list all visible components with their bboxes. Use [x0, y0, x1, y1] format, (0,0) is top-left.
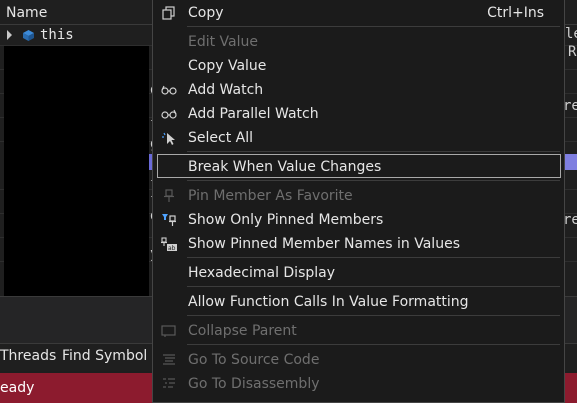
value-fragment: R [568, 44, 577, 60]
menu-separator [187, 151, 560, 152]
menu-separator [187, 257, 560, 258]
menu-item-hexadecimal-display[interactable]: Hexadecimal Display [153, 261, 564, 285]
expand-arrow-icon[interactable] [7, 30, 12, 40]
variable-name: this [40, 27, 74, 43]
name-column-label: Name [6, 5, 48, 21]
menu-item-label: Show Only Pinned Members [188, 212, 384, 228]
menu-item-add-parallel-watch[interactable]: Add Parallel Watch [153, 102, 564, 126]
menu-item-label: Copy [188, 5, 224, 21]
menu-item-go-to-source-code[interactable]: Go To Source Code [153, 348, 564, 372]
menu-item-show-only-pinned-members[interactable]: Show Only Pinned Members [153, 208, 564, 232]
menu-item-copy[interactable]: Copy Ctrl+Ins [153, 1, 564, 25]
menu-separator [187, 344, 560, 345]
menu-item-label: Copy Value [188, 58, 267, 74]
value-fragment: le [565, 26, 577, 42]
menu-item-label: Go To Disassembly [188, 376, 320, 392]
copy-icon [162, 6, 175, 20]
menu-item-add-watch[interactable]: Add Watch [153, 78, 564, 102]
menu-item-label: Pin Member As Favorite [188, 188, 353, 204]
pin-icon [164, 189, 174, 202]
object-icon [23, 30, 34, 41]
menu-separator [187, 26, 560, 27]
menu-item-break-when-value-changes[interactable]: Break When Value Changes [153, 155, 564, 179]
menu-item-label: Hexadecimal Display [188, 265, 336, 281]
redacted-region [4, 46, 149, 296]
pinned-filter-icon [162, 214, 176, 226]
menu-item-collapse-parent[interactable]: Collapse Parent [153, 319, 564, 343]
menu-item-go-to-disassembly[interactable]: Go To Disassembly [153, 372, 564, 396]
select-all-icon [162, 132, 175, 145]
menu-item-label: Add Watch [188, 82, 264, 98]
menu-item-edit-value[interactable]: Edit Value [153, 30, 564, 54]
menu-item-shortcut: Ctrl+Ins [487, 5, 544, 21]
menu-item-show-pinned-member-names[interactable]: ab Show Pinned Member Names in Values [153, 232, 564, 256]
tab-threads[interactable]: Threads [0, 348, 56, 364]
context-menu: Copy Ctrl+Ins Edit Value Copy Value Add … [152, 0, 565, 403]
menu-item-select-all[interactable]: Select All [153, 126, 564, 150]
pinned-names-icon: ab [161, 237, 177, 251]
menu-item-allow-function-calls[interactable]: Allow Function Calls In Value Formatting [153, 290, 564, 314]
menu-item-label: Add Parallel Watch [188, 106, 319, 122]
value-fragment: re [563, 212, 577, 228]
menu-item-label: Show Pinned Member Names in Values [188, 236, 460, 252]
tab-find-symbol-results[interactable]: Find Symbol R [62, 348, 161, 364]
value-fragment: re [563, 98, 577, 114]
menu-item-label: Edit Value [188, 34, 259, 50]
watch-glasses-icon [161, 85, 177, 95]
status-text: eady [0, 380, 35, 396]
menu-item-label: Select All [188, 130, 253, 146]
menu-separator [187, 286, 560, 287]
menu-item-label: Break When Value Changes [188, 159, 382, 175]
menu-item-label: Allow Function Calls In Value Formatting [188, 294, 469, 310]
menu-item-label: Go To Source Code [188, 352, 320, 368]
parallel-watch-icon [161, 109, 177, 119]
menu-item-label: Collapse Parent [188, 323, 297, 339]
menu-separator [187, 180, 560, 181]
collapse-icon [161, 325, 176, 337]
svg-text:ab: ab [168, 245, 176, 251]
menu-item-copy-value[interactable]: Copy Value [153, 54, 564, 78]
disassembly-icon [163, 378, 175, 388]
menu-item-pin-member-as-favorite[interactable]: Pin Member As Favorite [153, 184, 564, 208]
menu-separator [187, 315, 560, 316]
source-code-icon [163, 354, 175, 365]
